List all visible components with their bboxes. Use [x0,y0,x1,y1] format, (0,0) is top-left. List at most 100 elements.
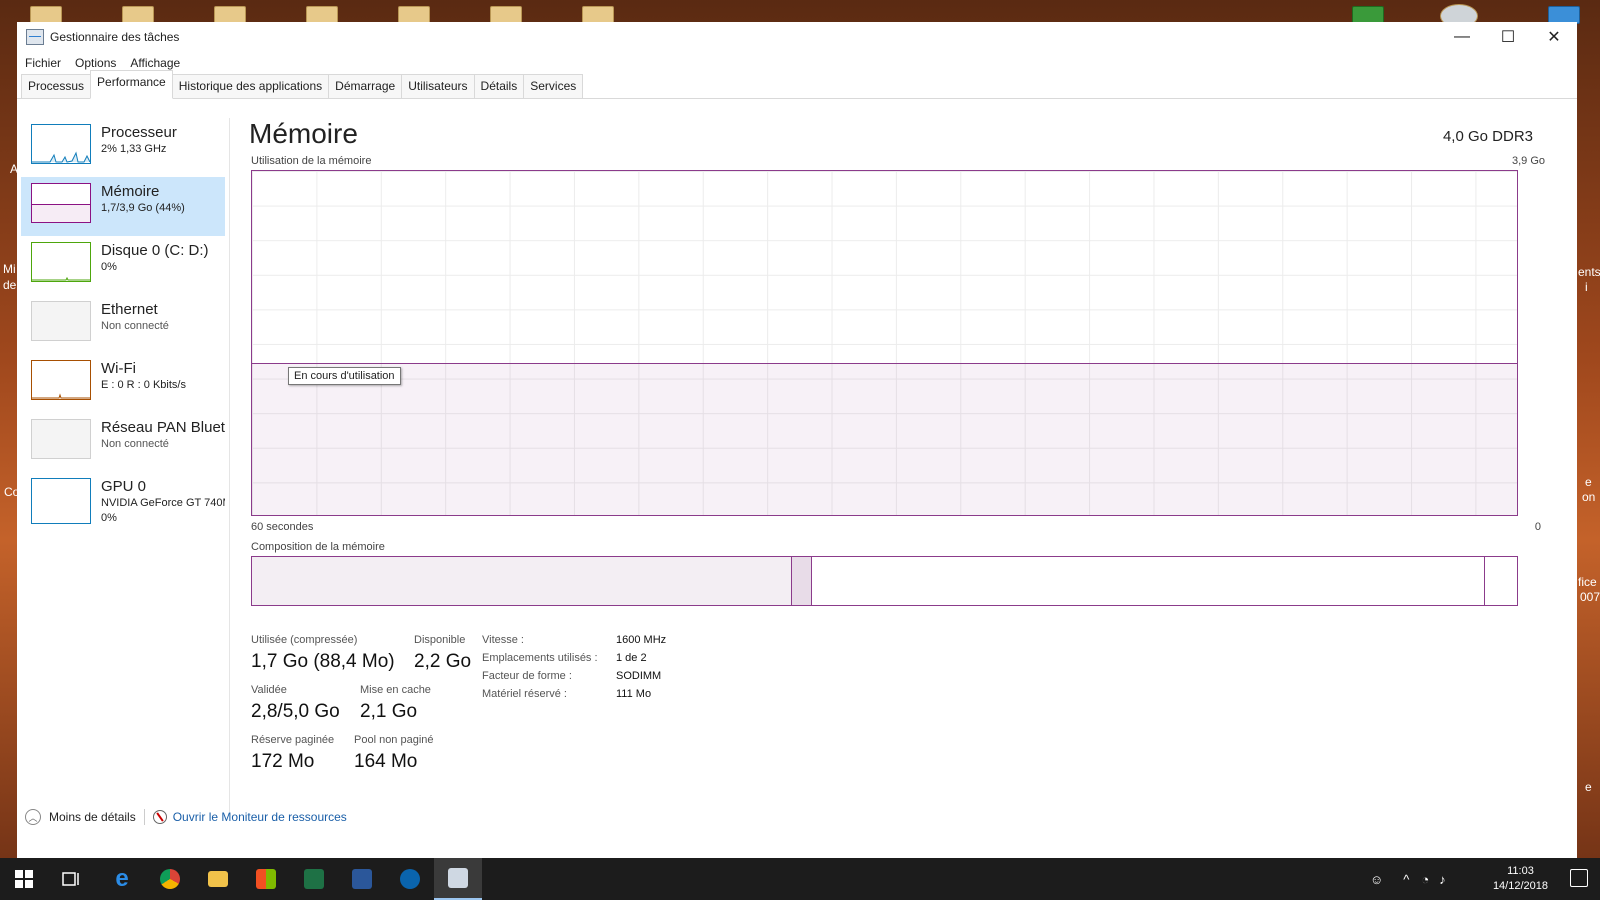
desktop-label-fragment: fice [1578,575,1597,589]
people-icon[interactable]: ☺ [1370,872,1383,887]
tab-processus[interactable]: Processus [21,74,92,98]
desktop-label-fragment: e [1585,780,1592,794]
sidebar-item-wifi[interactable]: Wi-Fi E : 0 R : 0 Kbits/s [21,354,225,413]
sidebar-item-label: GPU 0 [101,478,147,495]
graph-max-label: 3,9 Go [1511,155,1545,167]
resource-monitor-icon[interactable] [152,810,167,824]
sidebar-item-label: Processeur [101,124,177,141]
composition-segment-modified[interactable] [792,557,813,605]
tab-details[interactable]: Détails [473,74,525,98]
bluetooth-thumbnail-graph [31,419,91,459]
memory-usage-fill [252,362,1517,515]
used-value: 1,7 Go (88,4 Mo) [251,651,395,672]
sidebar-item-ethernet[interactable]: Ethernet Non connecté [21,295,225,354]
cached-label: Mise en cache [360,684,431,696]
sidebar-item-disque[interactable]: Disque 0 (C: D:) 0% [21,236,225,295]
sidebar-item-memoire[interactable]: Mémoire 1,7/3,9 Go (44%) [21,177,225,236]
composition-segment-free[interactable] [1485,557,1517,605]
memory-spec: 4,0 Go DDR3 [1442,128,1533,145]
menu-fichier[interactable]: Fichier [25,56,61,70]
sidebar-item-label: Wi-Fi [101,360,136,377]
desktop-label-fragment: e [1585,475,1592,489]
taskbar-chrome[interactable] [146,858,194,900]
composition-segment-standby[interactable] [812,557,1486,605]
tab-performance[interactable]: Performance [90,70,173,99]
graph-title: Utilisation de la mémoire [251,155,372,167]
notification-center-icon[interactable] [1570,869,1588,887]
sidebar-item-label: Mémoire [101,183,160,200]
clock-date: 14/12/2018 [1492,880,1548,892]
available-value: 2,2 Go [414,651,472,672]
menu-options[interactable]: Options [75,56,116,70]
maximize-button[interactable]: ☐ [1485,22,1531,52]
disk-thumbnail-graph [31,242,91,282]
form-factor-value: SODIMM [616,670,662,682]
store-icon [256,869,276,889]
task-manager-icon [26,29,44,45]
task-view-button[interactable] [48,858,96,900]
disk-sparkline [32,276,90,281]
desktop-label-fragment: i [1585,280,1588,294]
gpu-thumbnail-graph [31,478,91,524]
taskbar-task-manager[interactable] [434,858,482,900]
taskbar-outlook[interactable] [386,858,434,900]
memory-usage-graph[interactable]: En cours d'utilisation [251,170,1518,516]
word-icon [352,869,372,889]
desktop-label-fragment: Mi [3,262,16,276]
tab-utilisateurs[interactable]: Utilisateurs [401,74,475,98]
sidebar-item-bluetooth-pan[interactable]: Réseau PAN Blueto Non connecté [21,413,225,472]
taskbar-word[interactable] [338,858,386,900]
excel-icon [304,869,324,889]
cpu-sparkline [32,151,91,163]
edge-icon: e [115,865,129,892]
start-button[interactable] [0,858,48,900]
wifi-icon[interactable]: ◔ [1421,872,1429,887]
sidebar-item-processeur[interactable]: Processeur 2% 1,33 GHz [21,118,225,177]
memory-composition-bar[interactable] [251,556,1518,606]
committed-value: 2,8/5,0 Go [251,701,340,722]
graph-zero-label: 0 [1534,521,1541,533]
chevron-up-icon[interactable]: ^ [1403,872,1409,887]
close-button[interactable]: ✕ [1531,22,1577,52]
tab-demarrage[interactable]: Démarrage [328,74,403,98]
clock[interactable]: 11:03 14/12/2018 [1493,864,1548,894]
task-view-icon [62,872,79,886]
volume-icon[interactable]: ♪ [1439,872,1446,887]
windows-logo-icon [15,870,33,888]
sidebar-divider [229,118,230,812]
folder-icon [208,871,228,887]
tab-services[interactable]: Services [523,74,584,98]
open-resource-monitor-link[interactable]: Ouvrir le Moniteur de ressources [173,810,347,824]
sidebar-item-gpu[interactable]: GPU 0 NVIDIA GeForce GT 740M 0% [21,472,225,534]
taskbar-edge[interactable]: e [98,858,146,900]
fewer-details-button[interactable]: Moins de détails [49,810,136,824]
chevron-up-icon[interactable]: ︿ [25,809,41,825]
tab-bar: Processus Performance Historique des app… [17,70,1577,99]
committed-label: Validée [251,684,287,696]
hardware-reserved-value: 111 Mo [616,688,652,700]
tab-historique[interactable]: Historique des applications [171,74,330,98]
cached-value: 2,1 Go [360,701,418,722]
menu-affichage[interactable]: Affichage [130,56,180,70]
graph-tooltip: En cours d'utilisation [288,367,401,385]
sidebar-item-value: 1,7/3,9 Go (44%) [101,202,185,214]
composition-segment-in-use[interactable] [252,557,793,605]
available-label: Disponible [414,634,466,646]
sidebar-item-value: 0% [101,261,117,273]
outlook-icon [400,869,420,889]
slots-label: Emplacements utilisés : [482,652,598,664]
window-title: Gestionnaire des tâches [50,30,180,44]
composition-title: Composition de la mémoire [251,541,385,553]
used-label: Utilisée (compressée) [251,634,358,646]
taskbar-file-explorer[interactable] [194,858,242,900]
title-bar[interactable]: Gestionnaire des tâches — ☐ ✕ [17,22,1577,52]
speed-value: 1600 MHz [616,634,667,646]
taskbar-excel[interactable] [290,858,338,900]
minimize-button[interactable]: — [1439,22,1485,52]
page-title: Mémoire [249,118,358,149]
sidebar-item-value: 0% [101,512,117,524]
wifi-thumbnail-graph [31,360,91,400]
taskbar-store[interactable] [242,858,290,900]
desktop-label-fragment: ents [1578,265,1600,279]
menu-bar: Fichier Options Affichage [17,52,1577,74]
